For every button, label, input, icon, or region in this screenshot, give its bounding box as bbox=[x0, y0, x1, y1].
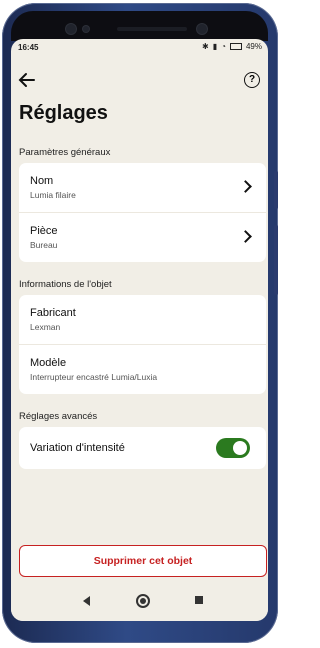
dimming-row: Variation d'intensité bbox=[19, 427, 266, 469]
manufacturer-row: Fabricant Lexman bbox=[19, 295, 266, 345]
status-bar: 16:45 ✱ ▮ ◔ 49% bbox=[11, 39, 268, 57]
section-heading-general: Paramètres généraux bbox=[19, 147, 111, 158]
name-value: Lumia filaire bbox=[30, 190, 76, 200]
power-button bbox=[274, 225, 278, 295]
toggle-knob bbox=[233, 441, 247, 455]
status-icons: ✱ ▮ ◔ 49% bbox=[202, 42, 262, 51]
battery-level: 49% bbox=[245, 42, 262, 51]
nav-recents-icon[interactable] bbox=[195, 596, 203, 604]
earpiece-speaker bbox=[117, 27, 187, 31]
bluetooth-icon: ✱ bbox=[202, 42, 209, 51]
system-nav-bar bbox=[11, 581, 268, 621]
battery-icon bbox=[229, 43, 242, 50]
volume-button bbox=[274, 171, 278, 209]
signal-icon: ▮ bbox=[212, 42, 218, 51]
page-title: Réglages bbox=[19, 102, 108, 124]
chevron-right-icon bbox=[239, 180, 252, 193]
help-icon[interactable]: ? bbox=[244, 72, 260, 88]
app-bar: ? bbox=[11, 57, 268, 103]
sensor-icon bbox=[83, 26, 89, 32]
room-value: Bureau bbox=[30, 240, 58, 250]
general-card: Nom Lumia filaire Pièce Bureau bbox=[19, 163, 266, 262]
nav-back-icon[interactable] bbox=[83, 596, 90, 606]
chevron-right-icon bbox=[239, 230, 252, 243]
name-row[interactable]: Nom Lumia filaire bbox=[19, 163, 266, 213]
front-camera-icon bbox=[66, 24, 76, 34]
dimming-toggle[interactable] bbox=[216, 438, 250, 458]
nav-home-icon[interactable] bbox=[136, 594, 150, 608]
screen: 16:45 ✱ ▮ ◔ 49% ? Réglages Paramètres gé… bbox=[11, 39, 268, 621]
model-row: Modèle Interrupteur encastré Lumia/Luxia bbox=[19, 345, 266, 394]
manufacturer-value: Lexman bbox=[30, 322, 61, 332]
top-bezel bbox=[11, 11, 268, 41]
advanced-card: Variation d'intensité bbox=[19, 427, 266, 469]
room-label: Pièce bbox=[30, 225, 58, 237]
camera-sensor-icon bbox=[197, 24, 207, 34]
phone-frame: 16:45 ✱ ▮ ◔ 49% ? Réglages Paramètres gé… bbox=[2, 3, 278, 643]
info-card: Fabricant Lexman Modèle Interrupteur enc… bbox=[19, 295, 266, 394]
dimming-label: Variation d'intensité bbox=[30, 442, 125, 454]
room-row[interactable]: Pièce Bureau bbox=[19, 213, 266, 262]
manufacturer-label: Fabricant bbox=[30, 307, 76, 319]
name-label: Nom bbox=[30, 175, 54, 187]
model-label: Modèle bbox=[30, 357, 67, 369]
wifi-icon: ◔ bbox=[221, 42, 226, 51]
model-value: Interrupteur encastré Lumia/Luxia bbox=[30, 372, 158, 382]
section-heading-advanced: Réglages avancés bbox=[19, 411, 98, 422]
delete-object-button[interactable]: Supprimer cet objet bbox=[19, 545, 267, 577]
back-arrow-icon[interactable] bbox=[18, 71, 36, 89]
section-heading-info: Informations de l'objet bbox=[19, 279, 112, 290]
status-time: 16:45 bbox=[18, 43, 39, 52]
